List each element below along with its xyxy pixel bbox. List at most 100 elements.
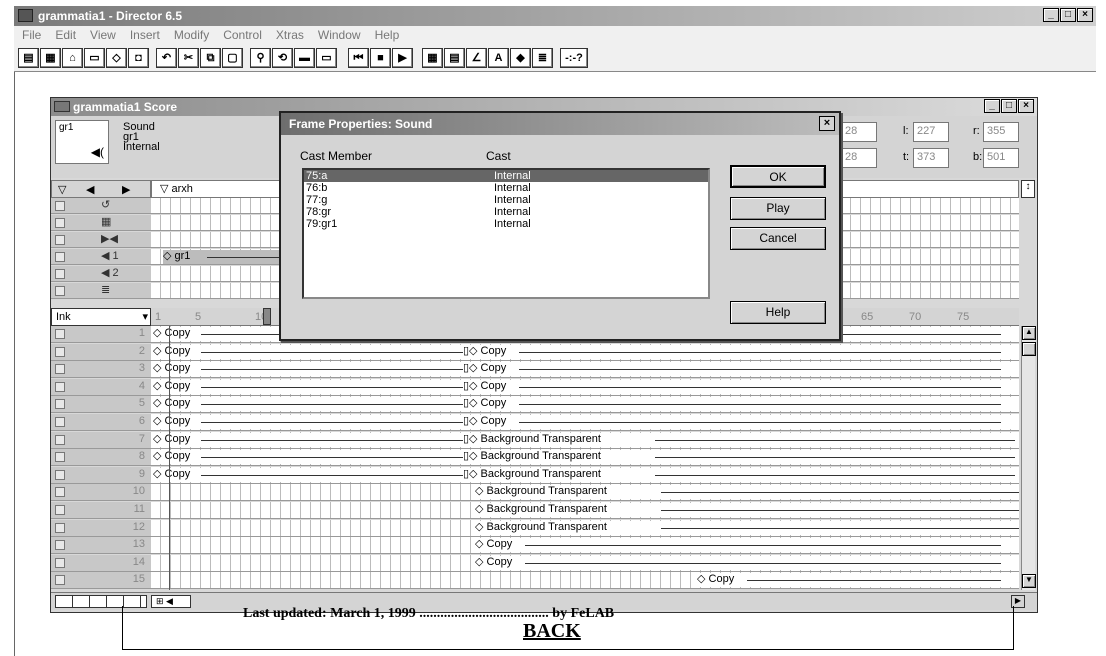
- channel-toggle[interactable]: [55, 218, 65, 228]
- channel-toggle[interactable]: [55, 452, 65, 463]
- send-to-back-icon[interactable]: ▬: [294, 48, 315, 68]
- channel-toggle[interactable]: [55, 252, 65, 262]
- channel-header[interactable]: 2: [51, 343, 151, 361]
- new-movie-icon[interactable]: ▤: [18, 48, 39, 68]
- cast-member-row[interactable]: 75:a Internal: [304, 170, 708, 182]
- dialog-close-button[interactable]: ×: [819, 116, 835, 131]
- menu-edit[interactable]: Edit: [55, 26, 76, 44]
- find-cast-member-icon[interactable]: ⚲: [250, 48, 271, 68]
- channel-header[interactable]: 9: [51, 466, 151, 484]
- channel-header[interactable]: 4: [51, 378, 151, 396]
- playhead[interactable]: [263, 308, 271, 325]
- scroll-up-icon[interactable]: ▲: [1022, 326, 1036, 340]
- sprite-span-right[interactable]: ◇ Copy: [475, 555, 1019, 570]
- channel-header[interactable]: 5: [51, 396, 151, 414]
- sprite-field-top[interactable]: 28: [841, 122, 877, 142]
- sprite-span-left[interactable]: ◇ Copy▯: [153, 415, 469, 429]
- sprite-span-right[interactable]: ◇ Background Transparent: [475, 485, 1019, 500]
- ok-button[interactable]: OK: [730, 165, 826, 188]
- channel-toggle[interactable]: [55, 346, 65, 357]
- channel-toggle[interactable]: [55, 417, 65, 427]
- cast-member-row[interactable]: 79:gr1 Internal: [304, 218, 708, 230]
- channel-header[interactable]: 7: [51, 431, 151, 449]
- cut-icon[interactable]: ✂: [178, 48, 199, 68]
- sprite-span-left[interactable]: ◇ Copy▯: [153, 450, 469, 465]
- channel-header[interactable]: 8: [51, 449, 151, 467]
- save-icon[interactable]: ▭: [84, 48, 105, 68]
- channel-toggle[interactable]: [55, 505, 65, 515]
- channel-header[interactable]: 15: [51, 572, 151, 590]
- bring-to-front-icon[interactable]: ▭: [316, 48, 337, 68]
- scroll-down-icon[interactable]: ▼: [1022, 574, 1036, 588]
- right-field[interactable]: 355: [983, 122, 1019, 142]
- play-button[interactable]: Play: [730, 197, 826, 220]
- new-cast-icon[interactable]: ▦: [40, 48, 61, 68]
- menu-view[interactable]: View: [90, 26, 116, 44]
- sprite-span-left[interactable]: ◇ Copy▯: [153, 467, 469, 482]
- channel-toggle[interactable]: [55, 557, 65, 568]
- menu-help[interactable]: Help: [375, 26, 400, 44]
- stop-icon[interactable]: ■: [370, 48, 391, 68]
- channel-toggle[interactable]: [55, 381, 65, 392]
- left-field[interactable]: 227: [913, 122, 949, 142]
- channel-header[interactable]: 3: [51, 361, 151, 379]
- maximize-button[interactable]: □: [1060, 8, 1076, 22]
- sprite-span-left[interactable]: ◇ Copy▯: [153, 379, 469, 394]
- import-icon[interactable]: ◇: [106, 48, 127, 68]
- sprite-span-right[interactable]: ◇ Background Transparent: [469, 450, 1019, 465]
- channel-toggle[interactable]: [55, 364, 65, 375]
- marker-menu-icon[interactable]: ▽: [58, 183, 66, 196]
- top-field[interactable]: 373: [913, 148, 949, 168]
- cast-member-row[interactable]: 78:gr Internal: [304, 206, 708, 218]
- channel-toggle[interactable]: [55, 235, 65, 245]
- open-icon[interactable]: ⌂: [62, 48, 83, 68]
- channel-header[interactable]: 14: [51, 554, 151, 572]
- save-and-compact-icon[interactable]: ◘: [128, 48, 149, 68]
- sprite-span-right[interactable]: ◇ Copy: [469, 379, 1019, 394]
- cast-member-list[interactable]: 75:a Internal 76:b Internal 77:g Internal 78:g…: [302, 168, 710, 299]
- channel-toggle[interactable]: [55, 329, 65, 339]
- sprite-span-right[interactable]: ◇ Background Transparent: [475, 520, 1019, 535]
- text-window-icon[interactable]: A: [488, 48, 509, 68]
- menu-modify[interactable]: Modify: [174, 26, 209, 44]
- behavior-inspector-icon[interactable]: ◆: [510, 48, 531, 68]
- undo-icon[interactable]: ↶: [156, 48, 177, 68]
- sprite-span-left[interactable]: ◇ Copy▯: [153, 397, 469, 412]
- special-channel-script[interactable]: ≣: [51, 283, 151, 299]
- back-link[interactable]: BACK: [523, 620, 581, 643]
- vertical-scrollbar[interactable]: ▲ ▼: [1021, 326, 1036, 590]
- paste-icon[interactable]: ▢: [222, 48, 243, 68]
- channel-toggle[interactable]: [55, 399, 65, 410]
- score-maximize-button[interactable]: □: [1001, 99, 1017, 113]
- sprite-span-right[interactable]: ◇ Copy: [469, 415, 1019, 429]
- sprite-span-right[interactable]: ◇ Copy: [469, 397, 1019, 412]
- special-channel-sound-1[interactable]: ◀ 1: [51, 249, 151, 265]
- script-window-icon[interactable]: ≣: [532, 48, 553, 68]
- sprite-field-bottom[interactable]: 28: [841, 148, 877, 168]
- prev-marker-icon[interactable]: ◀: [86, 183, 94, 196]
- cast-member-row[interactable]: 77:g Internal: [304, 194, 708, 206]
- special-channel-transition[interactable]: ▶◀: [51, 232, 151, 248]
- menu-xtras[interactable]: Xtras: [276, 26, 304, 44]
- ink-select[interactable]: Ink ▾: [51, 308, 151, 326]
- sprite-span-right[interactable]: ◇ Background Transparent: [469, 432, 1019, 447]
- cancel-button[interactable]: Cancel: [730, 227, 826, 250]
- channel-toggle[interactable]: [55, 286, 65, 296]
- channel-toggle[interactable]: [55, 469, 65, 480]
- copy-icon[interactable]: ⧉: [200, 48, 221, 68]
- paint-window-icon[interactable]: ∠: [466, 48, 487, 68]
- score-close-button[interactable]: ×: [1018, 99, 1034, 113]
- close-button[interactable]: ×: [1077, 8, 1093, 22]
- special-channel-sound-2[interactable]: ◀ 2: [51, 266, 151, 282]
- sprite-span-left[interactable]: ◇ Copy▯: [153, 432, 469, 447]
- sprite-span-right[interactable]: ◇ Copy: [475, 538, 1019, 553]
- marker-scroll-icon[interactable]: ↕: [1021, 180, 1035, 198]
- help-button[interactable]: Help: [730, 301, 826, 324]
- exchange-cast-members-icon[interactable]: ⟲: [272, 48, 293, 68]
- channel-header[interactable]: 1: [51, 326, 151, 343]
- channel-header[interactable]: 10: [51, 484, 151, 502]
- minimize-button[interactable]: _: [1043, 8, 1059, 22]
- channel-toggle[interactable]: [55, 540, 65, 551]
- special-channel-tempo[interactable]: ↺: [51, 198, 151, 214]
- cast-member-row[interactable]: 76:b Internal: [304, 182, 708, 194]
